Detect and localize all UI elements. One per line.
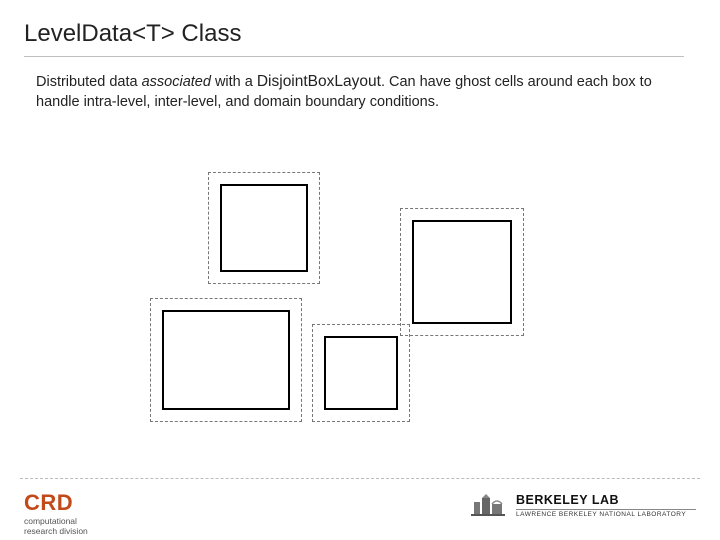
page-title: LevelData<T> Class bbox=[24, 20, 241, 48]
body-mid: with a bbox=[211, 74, 257, 90]
solid-box-1 bbox=[220, 184, 308, 272]
slide: LevelData<T> Class Distributed data asso… bbox=[0, 0, 720, 540]
body-text: Distributed data associated with a Disjo… bbox=[36, 72, 676, 112]
crd-sub1: computational bbox=[24, 517, 88, 526]
crd-sub2: research division bbox=[24, 527, 88, 536]
logo-crd: CRD computational research division bbox=[24, 490, 88, 536]
diagram bbox=[150, 168, 570, 428]
solid-box-2 bbox=[412, 220, 512, 324]
title-underline bbox=[24, 56, 684, 57]
footer-rule bbox=[20, 478, 700, 479]
crd-main: CRD bbox=[24, 490, 88, 516]
body-mono: DisjointBoxLayout bbox=[257, 73, 381, 90]
body-pre: Distributed data bbox=[36, 74, 142, 90]
title-wrap: LevelData<T> Class bbox=[24, 20, 241, 48]
lab-line2: LAWRENCE BERKELEY NATIONAL LABORATORY bbox=[516, 511, 696, 518]
solid-box-3 bbox=[162, 310, 290, 410]
lab-rule bbox=[516, 509, 696, 510]
logo-berkeley-lab: BERKELEY LAB LAWRENCE BERKELEY NATIONAL … bbox=[470, 492, 696, 518]
lab-text: BERKELEY LAB LAWRENCE BERKELEY NATIONAL … bbox=[516, 493, 696, 518]
building-icon bbox=[470, 492, 506, 518]
lab-line1: BERKELEY LAB bbox=[516, 493, 696, 507]
body-assoc: associated bbox=[142, 74, 211, 90]
solid-box-4 bbox=[324, 336, 398, 410]
